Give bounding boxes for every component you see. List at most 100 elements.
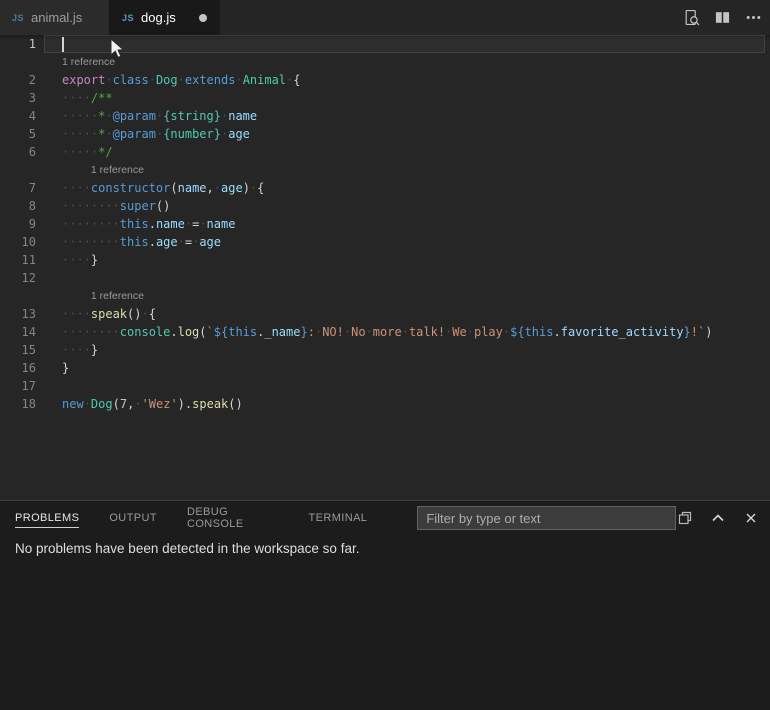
code-content: 1 reference — [44, 161, 770, 179]
tab-label: animal.js — [31, 10, 82, 25]
code-token: console — [120, 325, 171, 339]
panel-tab-debug-console[interactable]: DEBUG CONSOLE — [187, 502, 279, 534]
open-changes-icon[interactable] — [682, 9, 700, 27]
code-content: 1 reference — [44, 287, 770, 305]
line-number[interactable]: 15 — [0, 341, 44, 359]
whitespace-dots: ···· — [62, 307, 91, 321]
code-token: export — [62, 73, 105, 87]
problems-filter-input[interactable] — [417, 506, 676, 530]
line-number[interactable]: 17 — [0, 377, 44, 395]
code-line[interactable]: 13····speak()·{ — [0, 305, 770, 323]
code-line[interactable]: 15····} — [0, 341, 770, 359]
tab-animal-js[interactable]: JS animal.js — [0, 0, 110, 35]
code-line[interactable]: 18new·Dog(7,·'Wez').speak() — [0, 395, 770, 413]
collapse-all-icon[interactable] — [676, 509, 694, 527]
code-token: {number} — [163, 127, 221, 141]
codelens-reference-link[interactable]: 1 reference — [62, 53, 115, 71]
split-editor-icon[interactable] — [713, 9, 731, 27]
modified-dot-icon[interactable] — [199, 14, 207, 22]
code-token: constructor — [91, 181, 170, 195]
editor-tab-bar: JS animal.js JS dog.js — [0, 0, 770, 35]
line-number[interactable]: 11 — [0, 251, 44, 269]
code-line[interactable]: 8········super() — [0, 197, 770, 215]
code-editor[interactable]: 11 reference2export·class·Dog·extends·An… — [0, 35, 770, 500]
code-token: { — [149, 307, 156, 321]
code-token: ( — [199, 325, 206, 339]
whitespace-dots: · — [178, 73, 185, 87]
code-line[interactable]: 11····} — [0, 251, 770, 269]
code-content: 1 reference — [44, 53, 770, 71]
line-number[interactable]: 5 — [0, 125, 44, 143]
line-number[interactable]: 13 — [0, 305, 44, 323]
code-token: @param — [113, 109, 156, 123]
panel-tab-output[interactable]: OUTPUT — [109, 508, 157, 528]
whitespace-dots: ···· — [62, 343, 91, 357]
whitespace-dots: ········ — [62, 199, 120, 213]
code-token: talk! — [409, 325, 445, 339]
code-content: ·····*·@param·{number}·age — [44, 125, 770, 143]
code-line[interactable]: 5·····*·@param·{number}·age — [0, 125, 770, 143]
line-number[interactable]: 16 — [0, 359, 44, 377]
code-line[interactable]: 16} — [0, 359, 770, 377]
codelens-row: 1 reference — [0, 287, 770, 305]
code-line[interactable]: 4·····*·@param·{string}·name — [0, 107, 770, 125]
code-token: 'Wez' — [142, 397, 178, 411]
code-line[interactable]: 2export·class·Dog·extends·Animal·{ — [0, 71, 770, 89]
code-line[interactable]: 6 ·····*/ — [0, 143, 770, 161]
code-token: /** — [91, 91, 113, 105]
close-panel-icon[interactable] — [742, 509, 760, 527]
whitespace-dots: ········ — [62, 217, 120, 231]
panel-tab-problems[interactable]: PROBLEMS — [15, 508, 79, 528]
line-number[interactable]: 9 — [0, 215, 44, 233]
code-token: {string} — [163, 109, 221, 123]
line-number[interactable]: 12 — [0, 269, 44, 287]
whitespace-dots: ········ — [62, 325, 120, 339]
code-line[interactable]: 3····/** — [0, 89, 770, 107]
line-number[interactable]: 7 — [0, 179, 44, 197]
line-number[interactable]: 8 — [0, 197, 44, 215]
panel-tab-terminal[interactable]: TERMINAL — [309, 508, 368, 528]
line-number[interactable]: 14 — [0, 323, 44, 341]
code-token: ) — [243, 181, 250, 195]
line-number[interactable]: 1 — [0, 35, 44, 53]
code-content: ····} — [44, 341, 770, 359]
tab-dog-js[interactable]: JS dog.js — [110, 0, 220, 35]
code-token: } — [62, 361, 69, 375]
code-token: name — [178, 181, 207, 195]
line-number[interactable]: 2 — [0, 71, 44, 89]
code-token: this — [120, 217, 149, 231]
whitespace-dots: ········ — [62, 235, 120, 249]
code-content: ····} — [44, 251, 770, 269]
codelens-reference-link[interactable]: 1 reference — [91, 161, 144, 179]
tab-label: dog.js — [141, 10, 176, 25]
maximize-panel-icon[interactable] — [709, 509, 727, 527]
code-token: } — [684, 325, 691, 339]
line-number[interactable]: 3 — [0, 89, 44, 107]
code-line[interactable]: 12 — [0, 269, 770, 287]
code-token: } — [300, 325, 307, 339]
whitespace-dots: ····· — [62, 145, 98, 159]
code-content — [44, 269, 770, 287]
bottom-panel: PROBLEMS OUTPUT DEBUG CONSOLE TERMINAL — [0, 500, 770, 710]
code-line[interactable]: 9········this.name·=·name — [0, 215, 770, 233]
line-number[interactable]: 4 — [0, 107, 44, 125]
code-content: ········console.log(`${this._name}:·NO!·… — [44, 323, 770, 341]
text-cursor — [62, 37, 64, 52]
whitespace-dots: ····· — [62, 109, 98, 123]
code-token: name — [228, 109, 257, 123]
code-line[interactable]: 7····constructor(name,·age)·{ — [0, 179, 770, 197]
codelens-reference-link[interactable]: 1 reference — [91, 287, 144, 305]
line-number[interactable]: 10 — [0, 233, 44, 251]
more-actions-icon[interactable] — [744, 9, 762, 27]
code-lines: 11 reference2export·class·Dog·extends·An… — [0, 35, 770, 413]
code-token: Animal — [243, 73, 286, 87]
code-line[interactable]: 10········this.age·=·age — [0, 233, 770, 251]
code-line[interactable]: 14········console.log(`${this._name}:·NO… — [0, 323, 770, 341]
code-token: name — [207, 217, 236, 231]
code-line[interactable]: 17 — [0, 377, 770, 395]
code-token: */ — [98, 145, 112, 159]
line-number[interactable]: 18 — [0, 395, 44, 413]
code-token: ${ — [214, 325, 228, 339]
code-content: export·class·Dog·extends·Animal·{ — [44, 71, 770, 89]
line-number[interactable]: 6 — [0, 143, 44, 161]
